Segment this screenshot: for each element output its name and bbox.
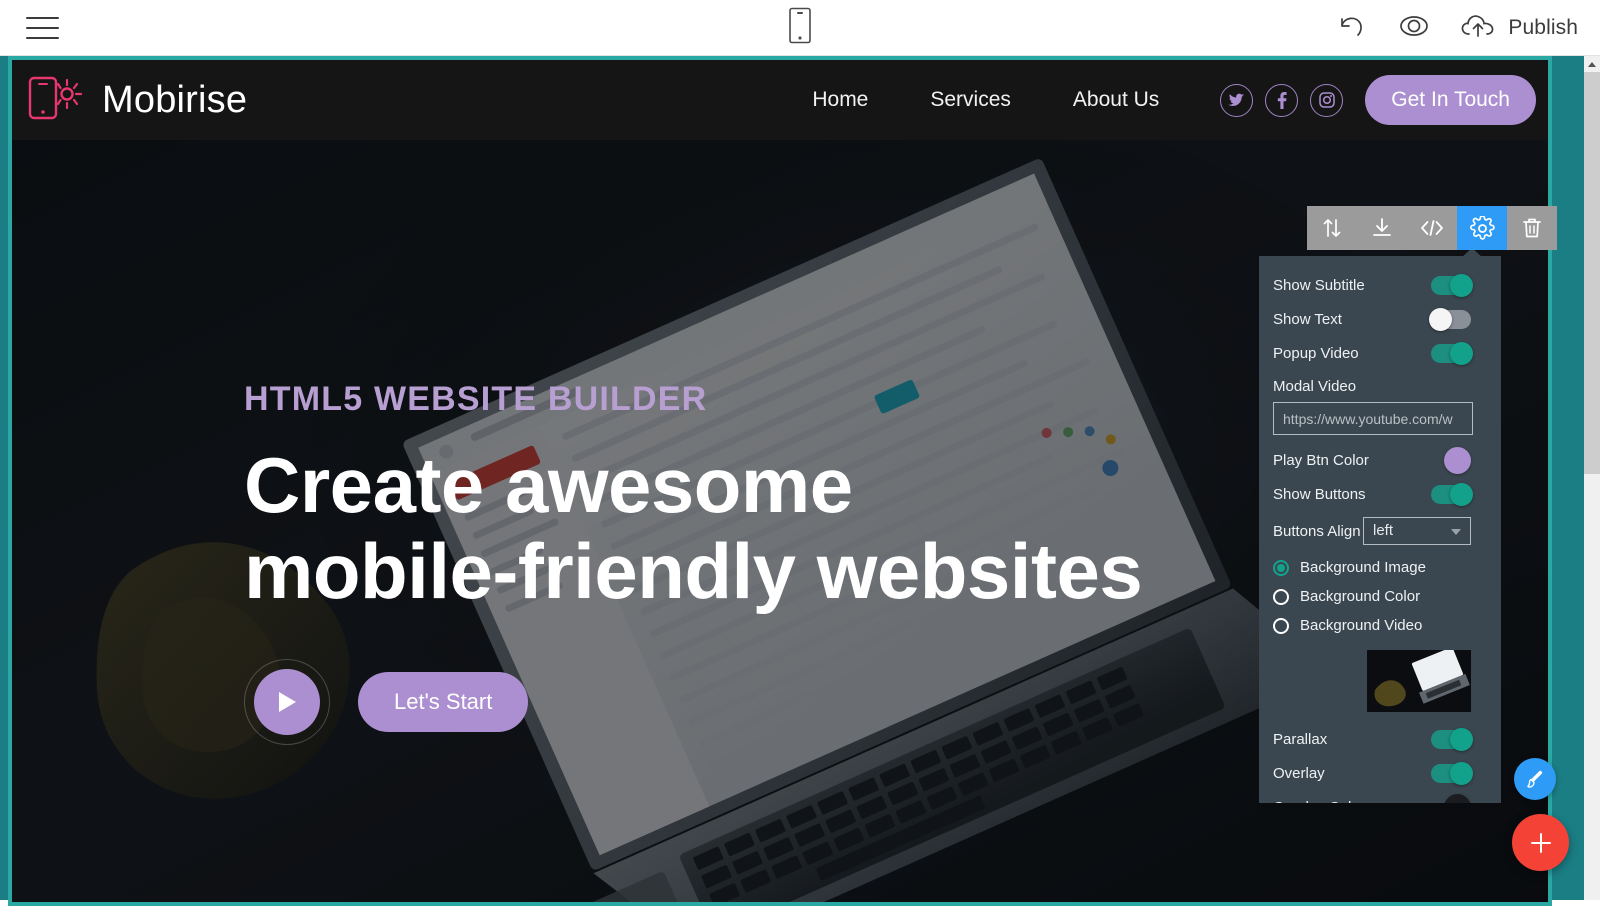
parallax-toggle[interactable] xyxy=(1431,730,1471,749)
site-navbar: Mobirise Home Services About Us xyxy=(12,60,1548,140)
block-settings-panel: Show Subtitle Show Text Popup Video Moda… xyxy=(1259,256,1501,803)
move-block-icon[interactable] xyxy=(1307,206,1357,250)
buttons-align-value: left xyxy=(1373,522,1393,539)
play-video-button[interactable] xyxy=(244,659,330,745)
paintbrush-style-icon[interactable] xyxy=(1514,758,1556,800)
show-buttons-label: Show Buttons xyxy=(1273,486,1366,503)
radio-background-color[interactable]: Background Color xyxy=(1273,582,1471,611)
popup-video-toggle[interactable] xyxy=(1431,344,1471,363)
overlay-color-swatch[interactable] xyxy=(1444,794,1471,804)
modal-video-input[interactable] xyxy=(1273,402,1473,435)
setting-show-buttons: Show Buttons xyxy=(1273,477,1471,511)
background-image-thumbnail[interactable] xyxy=(1367,650,1471,712)
background-image-radio xyxy=(1273,560,1289,576)
nav-link-about-us[interactable]: About Us xyxy=(1042,88,1190,112)
facebook-icon[interactable] xyxy=(1265,84,1298,117)
buttons-align-label: Buttons Align xyxy=(1273,523,1361,540)
show-text-label: Show Text xyxy=(1273,311,1342,328)
popup-video-label: Popup Video xyxy=(1273,345,1359,362)
overlay-toggle[interactable] xyxy=(1431,764,1471,783)
hero-content: HTML5 WEBSITE BUILDER Create awesome mob… xyxy=(244,380,1142,745)
setting-overlay-color: Overlay Color xyxy=(1273,790,1471,803)
settings-panel-content: Show Subtitle Show Text Popup Video Moda… xyxy=(1259,256,1485,803)
show-subtitle-toggle[interactable] xyxy=(1431,276,1471,295)
parallax-label: Parallax xyxy=(1273,731,1327,748)
play-triangle-icon xyxy=(254,669,320,735)
block-toolbar xyxy=(1307,206,1557,250)
setting-show-subtitle: Show Subtitle xyxy=(1273,268,1471,302)
lets-start-button[interactable]: Let's Start xyxy=(358,672,528,732)
radio-background-video[interactable]: Background Video xyxy=(1273,611,1471,640)
setting-overlay: Overlay xyxy=(1273,756,1471,790)
code-editor-icon[interactable] xyxy=(1407,206,1457,250)
publish-button[interactable]: Publish xyxy=(1460,11,1578,46)
cloud-upload-icon xyxy=(1460,11,1496,46)
background-color-radio xyxy=(1273,589,1289,605)
setting-show-text: Show Text xyxy=(1273,302,1471,336)
modal-video-label: Modal Video xyxy=(1273,378,1471,395)
brand-name: Mobirise xyxy=(102,79,247,122)
download-block-icon[interactable] xyxy=(1357,206,1407,250)
window-scroll-up-arrow[interactable] xyxy=(1584,56,1600,72)
background-color-label: Background Color xyxy=(1300,588,1420,605)
show-buttons-toggle[interactable] xyxy=(1431,485,1471,504)
radio-background-image[interactable]: Background Image xyxy=(1273,553,1471,582)
nav-link-services[interactable]: Services xyxy=(899,88,1042,112)
play-btn-color-swatch[interactable] xyxy=(1444,447,1471,474)
get-in-touch-button[interactable]: Get In Touch xyxy=(1365,75,1536,125)
buttons-align-select[interactable]: left xyxy=(1363,517,1471,545)
hero-title: Create awesome mobile-friendly websites xyxy=(244,443,1142,615)
hero-title-line-1: Create awesome xyxy=(244,443,1142,529)
social-links xyxy=(1220,84,1343,117)
background-video-radio xyxy=(1273,618,1289,634)
overlay-label: Overlay xyxy=(1273,765,1325,782)
play-btn-color-label: Play Btn Color xyxy=(1273,452,1369,469)
window-scrollbar[interactable] xyxy=(1584,56,1600,900)
block-settings-gear-icon[interactable] xyxy=(1457,206,1507,250)
brand-logo[interactable]: Mobirise xyxy=(24,70,247,131)
setting-buttons-align: Buttons Align left xyxy=(1273,514,1471,548)
twitter-icon[interactable] xyxy=(1220,84,1253,117)
hero-title-line-2: mobile-friendly websites xyxy=(244,529,1142,615)
nav-link-home[interactable]: Home xyxy=(781,88,899,112)
background-image-label: Background Image xyxy=(1300,559,1426,576)
hero-subtitle: HTML5 WEBSITE BUILDER xyxy=(244,380,1142,419)
delete-block-trash-icon[interactable] xyxy=(1507,206,1557,250)
instagram-icon[interactable] xyxy=(1310,84,1343,117)
window-scroll-thumb[interactable] xyxy=(1584,72,1600,474)
overlay-color-label: Overlay Color xyxy=(1273,799,1365,804)
eye-preview-icon[interactable] xyxy=(1394,9,1434,48)
show-text-toggle[interactable] xyxy=(1431,310,1471,329)
show-subtitle-label: Show Subtitle xyxy=(1273,277,1365,294)
undo-arrow-icon[interactable] xyxy=(1334,9,1368,48)
setting-play-btn-color: Play Btn Color xyxy=(1273,443,1471,477)
plus-add-block-icon[interactable] xyxy=(1512,814,1569,871)
site-nav-links: Home Services About Us xyxy=(781,75,1548,125)
app-toolbar-right-actions: Publish xyxy=(1334,0,1578,56)
setting-popup-video: Popup Video xyxy=(1273,336,1471,370)
setting-parallax: Parallax xyxy=(1273,722,1471,756)
hamburger-menu-icon[interactable] xyxy=(26,11,66,45)
background-video-label: Background Video xyxy=(1300,617,1422,634)
mobile-device-icon[interactable] xyxy=(789,7,811,48)
app-toolbar: Publish xyxy=(0,0,1600,56)
chevron-down-icon xyxy=(1451,529,1461,535)
publish-label: Publish xyxy=(1508,16,1578,40)
hero-actions: Let's Start xyxy=(244,659,1142,745)
mobirise-phone-logo-icon xyxy=(24,70,86,131)
